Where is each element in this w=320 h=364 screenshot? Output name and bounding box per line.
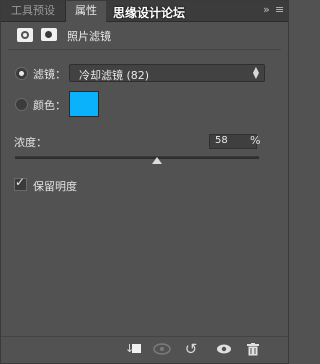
watermark-text: 思缘设计论坛 <box>113 6 186 20</box>
clip-to-layer-icon[interactable]: ↓ <box>124 340 144 358</box>
filter-select-value: 冷却滤镜 (82) <box>79 69 150 82</box>
density-label: 浓度： <box>14 136 47 149</box>
color-radio[interactable] <box>15 98 28 111</box>
toolbar-divider <box>1 336 288 337</box>
select-arrows-icon: ▲ ▼ <box>252 65 259 80</box>
collapse-icon[interactable]: » <box>263 3 270 16</box>
density-unit: % <box>250 134 261 147</box>
color-swatch[interactable] <box>69 91 99 117</box>
color-label: 颜色： <box>33 99 66 112</box>
mask-icon[interactable] <box>41 28 57 41</box>
filter-select[interactable]: 冷却滤镜 (82) ▲ ▼ <box>69 64 265 82</box>
preserve-luminosity-checkbox[interactable] <box>14 175 27 191</box>
view-previous-icon[interactable] <box>152 340 172 358</box>
visibility-eye-icon[interactable] <box>214 340 234 358</box>
adjustment-title: 照片滤镜 <box>67 30 111 43</box>
tab-properties[interactable]: 属性 <box>66 1 106 22</box>
delete-trash-icon[interactable] <box>243 340 263 358</box>
density-value: 58 <box>215 135 228 146</box>
adjustment-camera-icon <box>17 28 33 42</box>
tab-bar: 工具预设 属性 思缘设计论坛 » ≡ <box>1 1 288 22</box>
filter-radio[interactable] <box>15 67 28 80</box>
header-divider <box>8 49 281 50</box>
density-slider-thumb[interactable] <box>151 157 162 164</box>
reset-icon[interactable]: ↺ <box>181 340 201 358</box>
panel-header: 照片滤镜 <box>1 21 288 49</box>
panel-menu-icon[interactable]: ≡ <box>275 3 284 16</box>
preserve-luminosity-label: 保留明度 <box>33 180 77 193</box>
density-slider-track[interactable] <box>15 156 259 159</box>
filter-label: 滤镜： <box>33 68 66 81</box>
tab-tool-presets[interactable]: 工具预设 <box>1 1 66 21</box>
